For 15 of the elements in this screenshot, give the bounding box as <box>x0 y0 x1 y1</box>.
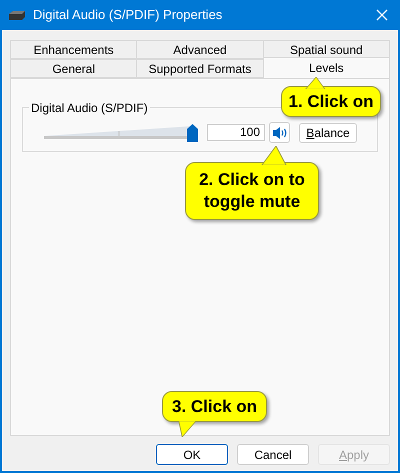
volume-slider[interactable] <box>44 124 199 142</box>
audio-device-icon <box>9 10 25 20</box>
tab[interactable]: Supported Formats <box>136 59 264 78</box>
tab[interactable]: Enhancements <box>10 40 138 59</box>
window-title: Digital Audio (S/PDIF) Properties <box>33 6 224 24</box>
volume-value[interactable]: 100 <box>207 124 265 141</box>
tab[interactable]: General <box>10 59 138 78</box>
mute-button[interactable] <box>269 122 290 143</box>
tab[interactable]: Advanced <box>136 40 264 59</box>
tab[interactable]: Levels <box>262 57 390 78</box>
slider-thumb[interactable] <box>187 124 198 142</box>
balance-button[interactable]: Balance <box>299 122 357 142</box>
ok-button[interactable]: OK <box>156 444 228 465</box>
cancel-button[interactable]: Cancel <box>237 444 309 465</box>
close-icon[interactable] <box>376 9 388 21</box>
